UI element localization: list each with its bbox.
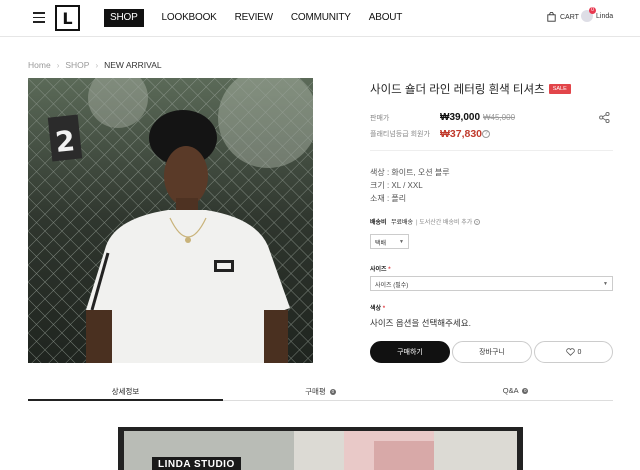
shipping-method-select[interactable]: 택배 ▼	[370, 234, 409, 249]
nav-lookbook[interactable]: LOOKBOOK	[162, 9, 217, 27]
shipping-extra-text: | 도서산간 배송비 추가	[416, 220, 473, 226]
tab-details-label: 상세정보	[111, 387, 140, 396]
size-select-value: 사이즈 (필수)	[375, 283, 409, 289]
detail-banner: LINDA STUDIO	[118, 427, 523, 470]
color-label-text: 색상	[370, 306, 382, 312]
price: ₩39,000	[440, 112, 481, 123]
breadcrumb-home[interactable]: Home	[28, 60, 51, 70]
help-icon[interactable]: ?	[482, 130, 490, 138]
banner-image: LINDA STUDIO	[124, 431, 517, 470]
breadcrumb: Home › SHOP › NEW ARRIVAL	[28, 60, 162, 70]
cart-link[interactable]: CART	[547, 12, 579, 22]
size-select[interactable]: 사이즈 (필수) ▼	[370, 276, 613, 291]
chevron-right-icon: ›	[95, 60, 99, 70]
main-nav: SHOP LOOKBOOK REVIEW COMMUNITY ABOUT	[104, 9, 420, 27]
product-photo[interactable]: 2	[28, 78, 313, 363]
tab-qna-label: Q&A	[502, 386, 519, 395]
required-mark: *	[388, 267, 391, 273]
price-label: 판매가	[370, 115, 390, 122]
tab-reviews-count: 0	[329, 389, 336, 396]
sale-badge: SALE	[548, 84, 571, 94]
divider	[370, 150, 613, 151]
help-icon[interactable]: ?	[473, 219, 480, 226]
like-button[interactable]: 0	[534, 341, 613, 363]
heart-icon	[565, 348, 575, 356]
tab-details[interactable]: 상세정보	[28, 382, 223, 401]
buy-button[interactable]: 구매하기	[370, 341, 450, 363]
menu-icon[interactable]	[33, 12, 45, 23]
photo-number: 2	[54, 124, 77, 159]
member-price: ₩37,830	[440, 128, 483, 140]
nav-shop[interactable]: SHOP	[104, 9, 144, 27]
banner-label: LINDA STUDIO	[152, 457, 241, 470]
tab-qna-count: 0	[522, 388, 529, 395]
caret-down-icon: ▼	[399, 239, 404, 245]
avatar: 0	[581, 7, 596, 22]
site-header: L SHOP LOOKBOOK REVIEW COMMUNITY ABOUT C…	[0, 0, 640, 37]
chevron-right-icon: ›	[56, 60, 60, 70]
breadcrumb-current: NEW ARRIVAL	[104, 60, 162, 70]
nav-community[interactable]: COMMUNITY	[291, 9, 351, 27]
user-name: Linda	[596, 12, 614, 20]
size-label: 사이즈 *	[370, 264, 391, 273]
detail-tabs: 상세정보 구매평 0 Q&A 0	[28, 382, 613, 401]
required-mark: *	[382, 306, 386, 312]
member-price-label: 플래티넘등급 회원가	[370, 131, 430, 138]
nav-review[interactable]: REVIEW	[235, 9, 273, 27]
nav-about[interactable]: ABOUT	[369, 9, 403, 27]
product-title-text: 사이드 숄더 라인 레터링 흰색 티셔츠	[370, 84, 545, 96]
spec-color: 색상 : 화이트, 오션 블루	[370, 168, 450, 177]
tab-reviews-label: 구매평	[305, 387, 326, 396]
shipping-label: 배송비	[370, 220, 387, 226]
caret-down-icon: ▼	[603, 281, 608, 287]
breadcrumb-shop[interactable]: SHOP	[65, 60, 89, 70]
tab-qna[interactable]: Q&A 0	[418, 382, 613, 400]
spec-material: 소재 : 폴리	[370, 194, 407, 203]
notification-badge: 0	[589, 7, 596, 14]
product-title: 사이드 숄더 라인 레터링 흰색 티셔츠 SALE	[370, 81, 571, 97]
choose-option-message: 사이즈 옵션을 선택해주세요.	[370, 318, 471, 328]
user-menu[interactable]: 0 Linda	[581, 7, 614, 22]
color-label: 색상 *	[370, 303, 385, 312]
original-price: ₩45,000	[483, 113, 516, 122]
add-to-cart-button[interactable]: 장바구니	[452, 341, 532, 363]
shipping-extra: | 도서산간 배송비 추가 ?	[416, 217, 480, 226]
spec-size: 크기 : XL / XXL	[370, 181, 423, 190]
site-logo[interactable]: L	[55, 5, 80, 31]
size-label-text: 사이즈	[370, 267, 387, 273]
shopping-bag-icon	[547, 12, 556, 22]
product-image-illustration: 2	[28, 78, 313, 363]
shipping-method-value: 택배	[375, 241, 387, 247]
like-count: 0	[577, 348, 582, 356]
cart-label: CART	[560, 13, 579, 21]
shipping-value: 무료배송	[391, 220, 414, 226]
share-icon[interactable]	[599, 110, 610, 128]
tab-reviews[interactable]: 구매평 0	[223, 382, 418, 400]
